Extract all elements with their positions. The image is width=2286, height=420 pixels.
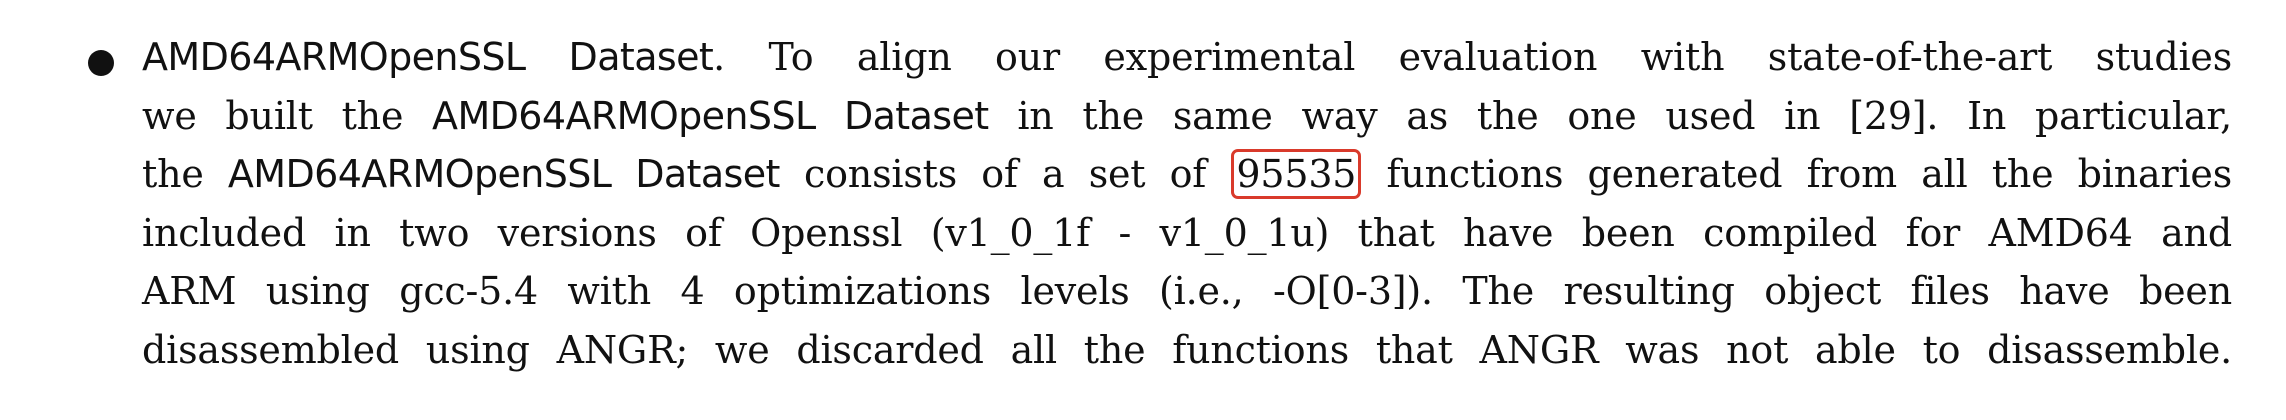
line-3-text-a: the: [142, 152, 228, 196]
dataset-name-mention: AMD64ARMOpenSSL Dataset: [432, 93, 989, 138]
document-page: AMD64ARMOpenSSL Dataset. To align our ex…: [0, 0, 2286, 420]
dataset-name-mention: AMD64ARMOpenSSL Dataset: [227, 152, 781, 196]
dataset-description-paragraph: AMD64ARMOpenSSL Dataset. To align our ex…: [142, 28, 2232, 379]
line-2-text-c: in the same way as the one used in [29].…: [988, 93, 2232, 138]
paragraph-line-6: disassembled using ANGR; we discarded al…: [142, 327, 2232, 372]
paragraph-line-2: we built the AMD64ARMOpenSSL Dataset in …: [142, 87, 2232, 146]
line-2-text-a: we built the: [142, 93, 433, 138]
highlighted-function-count: 95535: [1231, 149, 1362, 199]
dataset-title-period: .: [713, 35, 726, 79]
paragraph-line-4: included in two versions of Openssl (v1_…: [142, 210, 2232, 255]
line-1-text: To align our experimental evaluation wit…: [725, 35, 2233, 79]
paragraph-line-3: the AMD64ARMOpenSSL Dataset consists of …: [142, 145, 2232, 204]
line-3-text-c: consists of a set of: [779, 152, 1231, 196]
line-3-text-d: functions generated from all the binarie…: [1362, 152, 2233, 196]
paragraph-line-5: ARM using gcc-5.4 with 4 optimizations l…: [142, 269, 2232, 313]
paragraph-line-1: AMD64ARMOpenSSL Dataset. To align our ex…: [142, 28, 2232, 87]
dataset-title: AMD64ARMOpenSSL Dataset: [142, 35, 714, 79]
bullet-point: [88, 50, 114, 76]
